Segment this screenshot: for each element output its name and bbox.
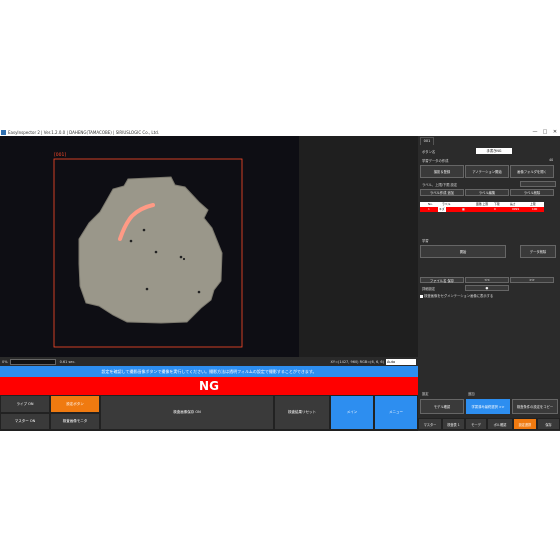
tab-mode[interactable]: モーデ — [465, 418, 487, 430]
spot — [142, 228, 146, 232]
section-title: 学習データの作成 — [422, 159, 449, 163]
part-silhouette — [78, 176, 223, 324]
capture-save-button[interactable]: 検査画像保存 ON — [100, 395, 274, 430]
color-swatch[interactable]: ■ — [462, 207, 465, 212]
viewer-status-bar: 0% 0.61 sec. XY=(1427, 960) RGB=(6, 6, 6… — [0, 357, 418, 366]
roi-label: [001] — [54, 153, 67, 158]
menu-button[interactable]: メニュー — [374, 395, 418, 430]
tab-save[interactable]: 保存 — [537, 418, 560, 430]
info-message: 設定を確認して撮影画像ボタンで撮像を実行してください。撮影方法は透明フィルムの設… — [0, 366, 418, 377]
capture-register-button[interactable]: 撮影＆登録 — [420, 165, 464, 178]
model-check-button[interactable]: モデル確認 — [420, 399, 464, 414]
checkbox-icon[interactable] — [420, 294, 423, 298]
spot — [182, 257, 186, 261]
window-title: EasyInspector 2 | Ver.1.2.0.0 | DAHENG(T… — [8, 130, 160, 135]
reset-button[interactable]: 検査結果リセット — [274, 395, 330, 430]
minimize-icon[interactable]: — — [530, 129, 540, 136]
right-panel: 001 ボタン名 手書きNG 学習データの作成 40 撮影＆登録 アノテーション… — [418, 136, 560, 431]
nav-next-button[interactable]: >> — [510, 277, 554, 283]
zoom-select[interactable]: Auto — [386, 358, 416, 365]
detail-toggle[interactable]: ● — [465, 285, 509, 291]
label-settings-toggle[interactable] — [520, 181, 556, 187]
app-window: EasyInspector 2 | Ver.1.2.0.0 | DAHENG(T… — [0, 129, 560, 431]
main-button[interactable]: メイン — [330, 395, 374, 430]
spot — [179, 255, 183, 259]
learn-title: 学習 — [422, 239, 429, 243]
table-row[interactable]: 1 キズ ■ 0 9999 100 — [420, 207, 544, 212]
settings-button[interactable]: 設定ボタン — [50, 395, 100, 413]
detail-label: 詳細設定 — [422, 287, 436, 291]
panel-tab[interactable]: 001 — [420, 137, 434, 145]
spot — [129, 239, 133, 243]
copy-settings-button[interactable]: 検査条件の設定をコピー — [512, 399, 558, 414]
inspection-image — [53, 158, 243, 348]
close-icon[interactable]: ✕ — [550, 129, 560, 136]
image-viewer[interactable]: [001] — [0, 136, 299, 357]
nav-prev-button[interactable]: << — [465, 277, 509, 283]
maximize-icon[interactable]: □ — [540, 129, 550, 136]
label-delete-button[interactable]: ラベル削除 — [510, 189, 554, 196]
live-button[interactable]: ライブ ON — [0, 395, 50, 413]
app-icon — [1, 130, 6, 135]
result-indicator: NG — [0, 377, 418, 395]
tab-check[interactable]: ボル確認 — [487, 418, 513, 430]
label-add-button[interactable]: ラベル作成 追加 — [420, 189, 464, 196]
start-learning-button[interactable]: 開始 — [420, 245, 506, 258]
zoom-prefix: 0% — [2, 359, 8, 364]
model-select-button[interactable]: 学習済み最終選択 >> — [466, 399, 510, 414]
count-label: 40 — [549, 158, 554, 162]
pixel-coordinates: XY=(1427, 960) RGB=(6, 6, 6) — [330, 359, 384, 364]
label-table: No. ラベル 面積 上限 下限 長さ 上限 1 キズ ■ 0 9999 100 — [420, 202, 544, 212]
master-button[interactable]: マスター ON — [0, 413, 50, 430]
data-delete-button[interactable]: データ削除 — [520, 245, 556, 258]
zoom-input[interactable] — [9, 358, 56, 365]
detect-mode-button[interactable]: 検査画像モニタ — [50, 413, 100, 430]
image-folder-button[interactable]: 画像フォルダを開く — [510, 165, 554, 178]
section-b-title: 設定 — [422, 392, 429, 396]
tab-settings-link[interactable]: 設定連携 — [513, 418, 537, 430]
section-c-title: 追加 — [468, 392, 475, 396]
elapsed-time: 0.61 sec. — [59, 359, 76, 364]
title-bar: EasyInspector 2 | Ver.1.2.0.0 | DAHENG(T… — [0, 129, 560, 136]
label-edit-button[interactable]: ラベル編集 — [465, 189, 509, 196]
overlay-checkbox[interactable]: 検査画像をセグメンテーション画像に表示する — [420, 293, 493, 298]
spot — [145, 287, 149, 291]
label-settings-title: ラベル、上限/下限 設定 — [422, 183, 458, 187]
tab-inspection-table[interactable]: 検査表 1 — [442, 418, 465, 430]
name-label: ボタン名 — [422, 150, 436, 154]
annotation-button[interactable]: アノテーション開始 — [465, 165, 509, 178]
file-save-button[interactable]: ファイル名 保存 — [420, 277, 464, 283]
spot — [197, 290, 201, 294]
overlay-checkbox-label: 検査画像をセグメンテーション画像に表示する — [424, 294, 494, 298]
tab-master[interactable]: マスター — [418, 418, 442, 430]
name-field[interactable]: 手書きNG — [476, 148, 512, 154]
spot — [154, 250, 158, 254]
